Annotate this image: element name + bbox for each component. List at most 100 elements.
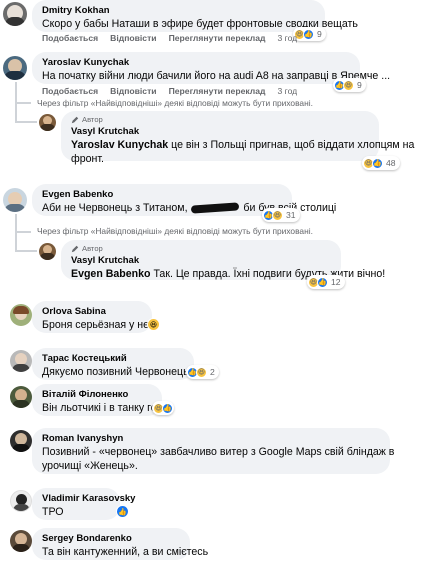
- commenter-name[interactable]: Тарас Костецький: [42, 352, 184, 365]
- commenter-name[interactable]: Vladimir Karasovsky: [42, 492, 135, 505]
- like-icon: 👍: [372, 157, 383, 169]
- reply-button[interactable]: Відповісти: [110, 33, 156, 43]
- comment-bubble: Roman Ivanyshyn Позивний - «червонец» за…: [32, 428, 395, 474]
- comment-text: Та він кантуженний, а ви смієтесь: [42, 546, 209, 558]
- reaction-count: 31: [286, 210, 296, 220]
- avatar[interactable]: [39, 243, 56, 260]
- mention[interactable]: Evgen Babenko: [71, 268, 150, 280]
- thread-line: [15, 231, 31, 233]
- comment-bubble: Автор Vasyl Krutchak Evgen Babenko Так. …: [61, 240, 385, 281]
- translate-button[interactable]: Переглянути переклад: [169, 33, 266, 43]
- commenter-name[interactable]: Vasyl Krutchak: [71, 254, 331, 267]
- thread-line: [15, 214, 17, 232]
- comment-text: Броня серьёзная у него: [42, 318, 159, 332]
- comment-text-part: Аби не Червонець з Титаном,: [42, 202, 188, 214]
- reactions-badge[interactable]: 😆 👍 9: [293, 27, 326, 41]
- pen-icon: [71, 245, 79, 253]
- reply-button[interactable]: Відповісти: [110, 86, 156, 96]
- comment-text: Аби не Червонець з Титаном, би був всій …: [42, 201, 336, 215]
- thread-line: [15, 121, 37, 123]
- comment-bubble: Sergey Bondarenko Та він кантуженний, а …: [32, 528, 209, 560]
- comment-text: Скоро у бабы Наташи в эфире будет фронто…: [42, 18, 358, 30]
- comment-text: Дякуємо позивний Червонець!)): [42, 366, 199, 378]
- reaction-count: 48: [386, 158, 396, 168]
- comment-text: Evgen Babenko Так. Це правда. Їхні подви…: [71, 267, 385, 281]
- comment-bubble: Vladimir Karasovsky ТРО: [32, 488, 135, 520]
- avatar[interactable]: [10, 530, 32, 552]
- comment-actions: Подобається Відповісти Переглянути перекла…: [42, 86, 297, 96]
- comment-text-part: Так. Це правда. Їхні подвиги будуть жити…: [153, 268, 386, 280]
- comment-bubble: Dmitry Kokhan Скоро у бабы Наташи в эфир…: [32, 0, 358, 32]
- avatar[interactable]: [10, 430, 32, 452]
- comment-text: Він льотчикі і в танку горів.: [42, 402, 174, 414]
- timestamp[interactable]: 3 год: [277, 86, 297, 96]
- thread-line: [15, 104, 17, 122]
- reactions-badge[interactable]: 😆 👍 12: [307, 275, 345, 289]
- thread-line: [15, 233, 17, 251]
- reaction-count: 2: [210, 367, 215, 377]
- comment-bubble: Тарас Костецький Дякуємо позивний Червон…: [32, 348, 199, 380]
- reaction-count: 9: [357, 80, 362, 90]
- comment-bubble: Orlova Sabina Броня серьёзная у него: [32, 301, 159, 333]
- comment-bubble: Evgen Babenko Аби не Червонець з Титаном…: [32, 184, 336, 216]
- comment-bubble: Автор Vasyl Krutchak Yaroslav Kunychak ц…: [61, 111, 414, 165]
- avatar[interactable]: [3, 188, 27, 212]
- comment-text-part: Броня серьёзная у него: [42, 319, 159, 331]
- reactions-badge[interactable]: 😆 👍: [152, 401, 174, 415]
- haha-icon: 😆: [196, 366, 207, 378]
- commenter-name[interactable]: Sergey Bondarenko: [42, 532, 180, 545]
- like-button[interactable]: Подобається: [42, 86, 98, 96]
- like-icon: 👍: [162, 402, 173, 414]
- author-badge: Автор: [71, 244, 331, 254]
- commenter-name[interactable]: Віталій Філоненко: [42, 388, 152, 401]
- comment-text-line2: урочищі «Женець».: [42, 460, 138, 472]
- reactions-badge[interactable]: 😆 👍 48: [362, 156, 400, 170]
- commenter-name[interactable]: Roman Ivanyshyn: [42, 432, 380, 445]
- comment-text: На початку війни люди бачили його на aud…: [42, 70, 391, 82]
- commenter-name[interactable]: Orlova Sabina: [42, 305, 142, 318]
- reactions-badge[interactable]: 👍 😆 9: [333, 78, 366, 92]
- avatar[interactable]: [10, 490, 32, 512]
- comment-text-part: це він з Польщі пригнав, щоб віддати хло…: [171, 139, 415, 151]
- timestamp[interactable]: 3 год: [277, 33, 297, 43]
- author-badge-label: Автор: [82, 115, 103, 124]
- reaction-count: 12: [331, 277, 341, 287]
- comment-bubble: Віталій Філоненко Він льотчикі і в танку…: [32, 384, 174, 416]
- haha-emoji-icon: 😆: [147, 318, 160, 331]
- like-icon: 👍: [303, 28, 314, 40]
- translate-button[interactable]: Переглянути переклад: [169, 86, 266, 96]
- reactions-badge[interactable]: 👍 😆 2: [186, 365, 219, 379]
- pen-icon: [71, 116, 79, 124]
- comment-text: Позивний - «червонец» завбачливо витер з…: [42, 446, 395, 458]
- commenter-name[interactable]: Yaroslav Kunychak: [42, 56, 350, 69]
- comment-actions: Подобається Відповісти Переглянути перекла…: [42, 33, 297, 43]
- avatar[interactable]: [10, 350, 32, 372]
- avatar[interactable]: [3, 2, 27, 26]
- mention[interactable]: Yaroslav Kunychak: [71, 139, 168, 151]
- like-button[interactable]: Подобається: [42, 33, 98, 43]
- reactions-badge[interactable]: 👍 😆 31: [262, 208, 300, 222]
- reaction-count: 9: [317, 29, 322, 39]
- thread-line: [15, 250, 37, 252]
- comment-text: ТРО: [42, 506, 64, 518]
- avatar[interactable]: [39, 114, 56, 131]
- haha-icon: 😆: [343, 79, 354, 91]
- commenter-name[interactable]: Vasyl Krutchak: [71, 125, 369, 138]
- filter-note: Через фільтр «Найвідповідніші» деякі від…: [37, 226, 313, 236]
- avatar[interactable]: [3, 56, 27, 80]
- commenter-name[interactable]: Evgen Babenko: [42, 188, 282, 201]
- like-icon: 👍: [317, 276, 328, 288]
- avatar[interactable]: [10, 304, 32, 326]
- comment-text: Yaroslav Kunychak це він з Польщі пригна…: [71, 138, 414, 152]
- avatar[interactable]: [10, 386, 32, 408]
- thread-line: [15, 102, 31, 104]
- like-emoji-icon: 👍: [116, 505, 129, 518]
- commenter-name[interactable]: Dmitry Kokhan: [42, 4, 315, 17]
- thread-line: [15, 82, 17, 102]
- author-badge-label: Автор: [82, 244, 103, 253]
- author-badge: Автор: [71, 115, 369, 125]
- haha-icon: 😆: [272, 209, 283, 221]
- comment-bubble: Yaroslav Kunychak На початку війни люди …: [32, 52, 391, 84]
- redaction-scribble: [191, 202, 240, 214]
- comment-text-line2: фронт.: [71, 153, 104, 165]
